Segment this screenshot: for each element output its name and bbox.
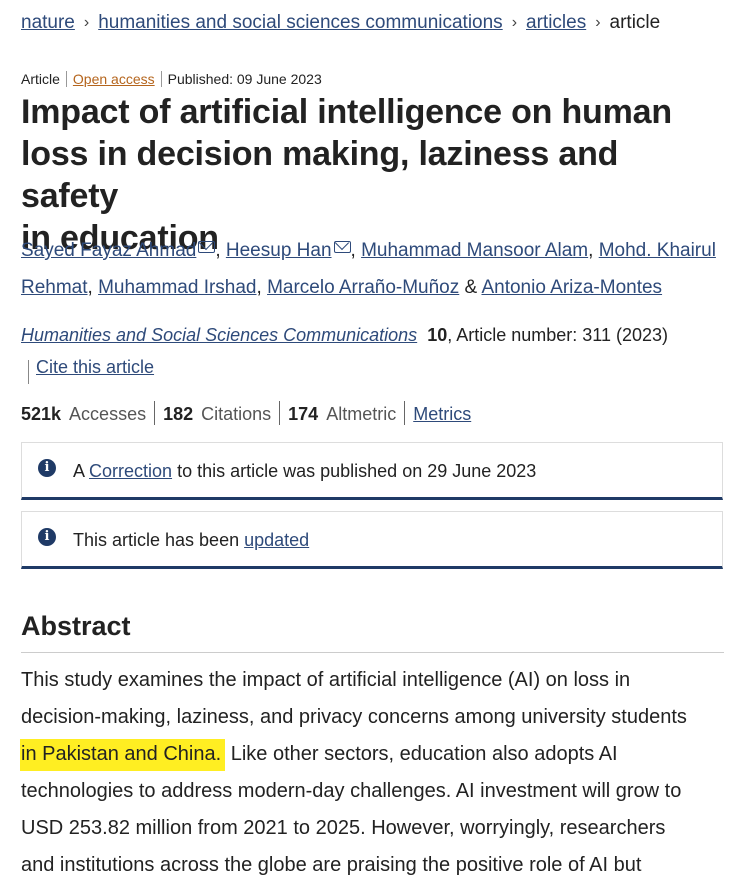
correction-link[interactable]: Correction bbox=[89, 461, 172, 481]
abstract-line: This study examines the impact of artifi… bbox=[21, 669, 631, 691]
citations-label: Citations bbox=[201, 404, 272, 424]
breadcrumb-nature[interactable]: nature bbox=[21, 12, 75, 33]
breadcrumb: nature › humanities and social sciences co… bbox=[21, 12, 660, 34]
author-link[interactable]: Rehmat bbox=[21, 277, 88, 298]
author-link[interactable]: Mohd. Khairul bbox=[599, 240, 716, 261]
separator: , bbox=[588, 240, 594, 261]
updated-link[interactable]: updated bbox=[244, 530, 309, 550]
separator: , bbox=[215, 240, 221, 261]
meta-divider bbox=[65, 71, 67, 87]
accesses-value: 521k bbox=[21, 404, 62, 424]
altmetric-value: 174 bbox=[288, 404, 319, 424]
author-link[interactable]: Muhammad Irshad bbox=[98, 277, 256, 298]
article-number: , Article number: 311 (2023) bbox=[447, 325, 669, 345]
separator: , bbox=[350, 240, 356, 261]
cite-article-link[interactable]: Cite this article bbox=[36, 357, 154, 377]
highlighted-text: in Pakistan and China. bbox=[20, 739, 226, 771]
divider bbox=[279, 401, 281, 425]
info-icon: i bbox=[38, 528, 56, 546]
author-ampersand: & bbox=[464, 277, 478, 298]
breadcrumb-current: article bbox=[609, 12, 661, 33]
author-link[interactable]: Marcelo Arraño-Muñoz bbox=[267, 277, 459, 298]
notice-suffix: to this article was published on 29 June… bbox=[177, 461, 537, 481]
abstract-line-rest: Like other sectors, education also adopt… bbox=[230, 743, 618, 765]
correction-notice: i A Correction to this article was publi… bbox=[21, 442, 723, 500]
article-type: Article bbox=[21, 71, 60, 87]
abstract-line: and institutions across the globe are pr… bbox=[21, 854, 642, 876]
abstract-line: USD 253.82 million from 2021 to 2025. Ho… bbox=[21, 817, 666, 839]
chevron-right-icon: › bbox=[83, 14, 90, 31]
notice-text: This article has been updated bbox=[73, 530, 309, 551]
author-link[interactable]: Antonio Ariza-Montes bbox=[481, 277, 662, 298]
breadcrumb-articles[interactable]: articles bbox=[526, 12, 586, 33]
chevron-right-icon: › bbox=[595, 14, 601, 31]
divider bbox=[28, 360, 29, 384]
title-line: loss in decision making, laziness and sa… bbox=[21, 135, 619, 215]
separator: , bbox=[256, 277, 262, 298]
divider bbox=[21, 652, 724, 653]
author-link[interactable]: Muhammad Mansoor Alam bbox=[361, 240, 588, 261]
journal-citation: Humanities and Social Sciences Communica… bbox=[21, 325, 668, 346]
article-meta: Article Open access Published: 09 June 202… bbox=[21, 71, 322, 87]
abstract-heading: Abstract bbox=[21, 611, 131, 641]
accesses-label: Accesses bbox=[69, 404, 147, 424]
journal-link[interactable]: Humanities and Social Sciences Communica… bbox=[21, 325, 417, 345]
abstract-text: This study examines the impact of artifi… bbox=[20, 662, 726, 884]
author-link[interactable]: Heesup Han bbox=[226, 240, 332, 261]
altmetric-label: Altmetric bbox=[326, 404, 397, 424]
mail-icon[interactable] bbox=[333, 241, 351, 253]
cite-section: Cite this article bbox=[28, 357, 154, 384]
abstract-line: in Pakistan and China. Like other sector… bbox=[20, 736, 726, 773]
info-icon: i bbox=[38, 459, 56, 477]
article-metrics: 521k Accesses 182 Citations 174 Altmetric Metr… bbox=[21, 401, 471, 425]
notice-text: A Correction to this article was publish… bbox=[73, 461, 536, 482]
open-access-link[interactable]: Open access bbox=[73, 71, 155, 87]
notice-prefix: This article has been bbox=[73, 530, 240, 550]
mail-icon[interactable] bbox=[198, 241, 216, 253]
update-notice: i This article has been updated bbox=[21, 511, 723, 569]
abstract-line: technologies to address modern-day chall… bbox=[21, 780, 682, 802]
published-date: Published: 09 June 2023 bbox=[167, 71, 322, 87]
citations-value: 182 bbox=[163, 404, 194, 424]
chevron-right-icon: › bbox=[511, 14, 518, 31]
title-line: Impact of artificial intelligence on hum… bbox=[21, 93, 672, 131]
divider bbox=[404, 401, 406, 425]
author-list: Sayed Fayaz Ahmad, Heesup Han, Muhammad … bbox=[21, 232, 726, 306]
article-page: nature › humanities and social sciences co… bbox=[0, 0, 735, 887]
separator: , bbox=[87, 277, 93, 298]
metrics-link[interactable]: Metrics bbox=[413, 404, 471, 424]
divider bbox=[154, 401, 156, 425]
author-link[interactable]: Sayed Fayaz Ahmad bbox=[21, 240, 196, 261]
journal-volume: 10 bbox=[427, 325, 448, 345]
notice-prefix: A bbox=[73, 461, 85, 481]
breadcrumb-journal[interactable]: humanities and social sciences communica… bbox=[98, 12, 502, 33]
abstract-line: decision-making, laziness, and privacy c… bbox=[21, 706, 687, 728]
meta-divider bbox=[160, 71, 162, 87]
